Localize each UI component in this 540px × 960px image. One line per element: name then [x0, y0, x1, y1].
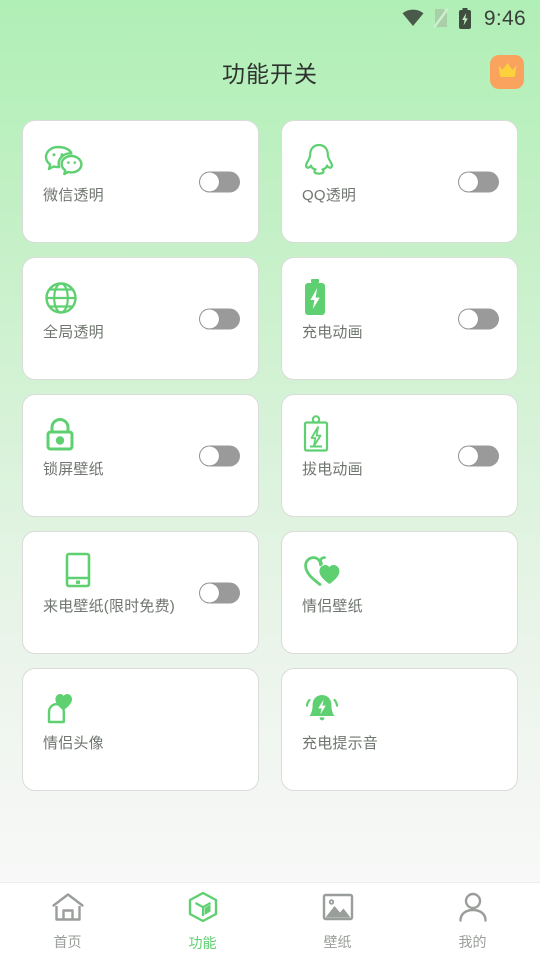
toggle-knob — [459, 172, 478, 191]
toggle-knob — [200, 583, 219, 602]
feature-toggle[interactable] — [458, 445, 499, 466]
feature-card-incoming-call-wallpaper[interactable]: 来电壁纸(限时免费) — [22, 531, 259, 654]
double-heart-icon — [302, 550, 501, 594]
person-icon — [457, 892, 489, 927]
toggle-knob — [459, 446, 478, 465]
heart-avatar-icon — [43, 687, 242, 731]
sim-card-icon — [432, 8, 449, 28]
feature-label: 情侣壁纸 — [302, 598, 363, 615]
wifi-icon — [402, 9, 424, 27]
nav-label: 我的 — [458, 933, 487, 950]
nav-label: 功能 — [188, 934, 217, 951]
nav-item-functions[interactable]: 功能 — [135, 883, 270, 960]
battery-charging-icon — [458, 7, 472, 29]
page-header: 功能开关 — [0, 36, 540, 108]
feature-label: QQ透明 — [302, 187, 357, 204]
toggle-knob — [200, 172, 219, 191]
nav-label: 壁纸 — [323, 933, 352, 950]
toggle-knob — [459, 309, 478, 328]
status-bar-clock: 9:46 — [483, 6, 526, 30]
feature-card-unplug-animation[interactable]: 拔电动画 — [281, 394, 518, 517]
feature-label: 充电动画 — [302, 324, 363, 341]
feature-toggle[interactable] — [199, 582, 240, 603]
toggle-knob — [200, 309, 219, 328]
feature-label: 拔电动画 — [302, 461, 363, 478]
feature-toggle[interactable] — [199, 445, 240, 466]
feature-card-charging-animation[interactable]: 充电动画 — [281, 257, 518, 380]
cube-icon — [187, 891, 219, 928]
page-title: 功能开关 — [222, 61, 318, 87]
toggle-knob — [200, 446, 219, 465]
feature-label: 充电提示音 — [302, 735, 379, 752]
feature-label: 全局透明 — [43, 324, 104, 341]
feature-card-couple-avatar[interactable]: 情侣头像 — [22, 668, 259, 791]
image-icon — [321, 892, 355, 927]
feature-card-lockscreen-wallpaper[interactable]: 锁屏壁纸 — [22, 394, 259, 517]
feature-label: 情侣头像 — [43, 735, 104, 752]
nav-item-wallpaper[interactable]: 壁纸 — [270, 883, 405, 960]
feature-label: 锁屏壁纸 — [43, 461, 104, 478]
feature-label: 微信透明 — [43, 187, 104, 204]
nav-item-mine[interactable]: 我的 — [405, 883, 540, 960]
feature-toggle[interactable] — [199, 171, 240, 192]
feature-toggle[interactable] — [458, 308, 499, 329]
feature-label: 来电壁纸(限时免费) — [43, 598, 175, 615]
feature-card-couple-wallpaper[interactable]: 情侣壁纸 — [281, 531, 518, 654]
nav-item-home[interactable]: 首页 — [0, 883, 135, 960]
bottom-navigation: 首页 功能 壁纸 我的 — [0, 882, 540, 960]
feature-toggle[interactable] — [199, 308, 240, 329]
vip-crown-button[interactable] — [490, 55, 524, 89]
nav-label: 首页 — [53, 933, 82, 950]
home-icon — [51, 892, 85, 927]
crown-icon — [497, 61, 518, 83]
feature-card-charging-sound[interactable]: 充电提示音 — [281, 668, 518, 791]
status-bar: 9:46 — [0, 0, 540, 36]
feature-toggle[interactable] — [458, 171, 499, 192]
feature-card-qq-transparent[interactable]: QQ透明 — [281, 120, 518, 243]
bell-charging-icon — [302, 687, 501, 731]
feature-card-wechat-transparent[interactable]: 微信透明 — [22, 120, 259, 243]
feature-card-global-transparent[interactable]: 全局透明 — [22, 257, 259, 380]
feature-grid: 微信透明 QQ透明 全局透明 充电动画 锁屏壁纸 拔电动画 来电壁纸(限时免费)… — [0, 108, 540, 791]
